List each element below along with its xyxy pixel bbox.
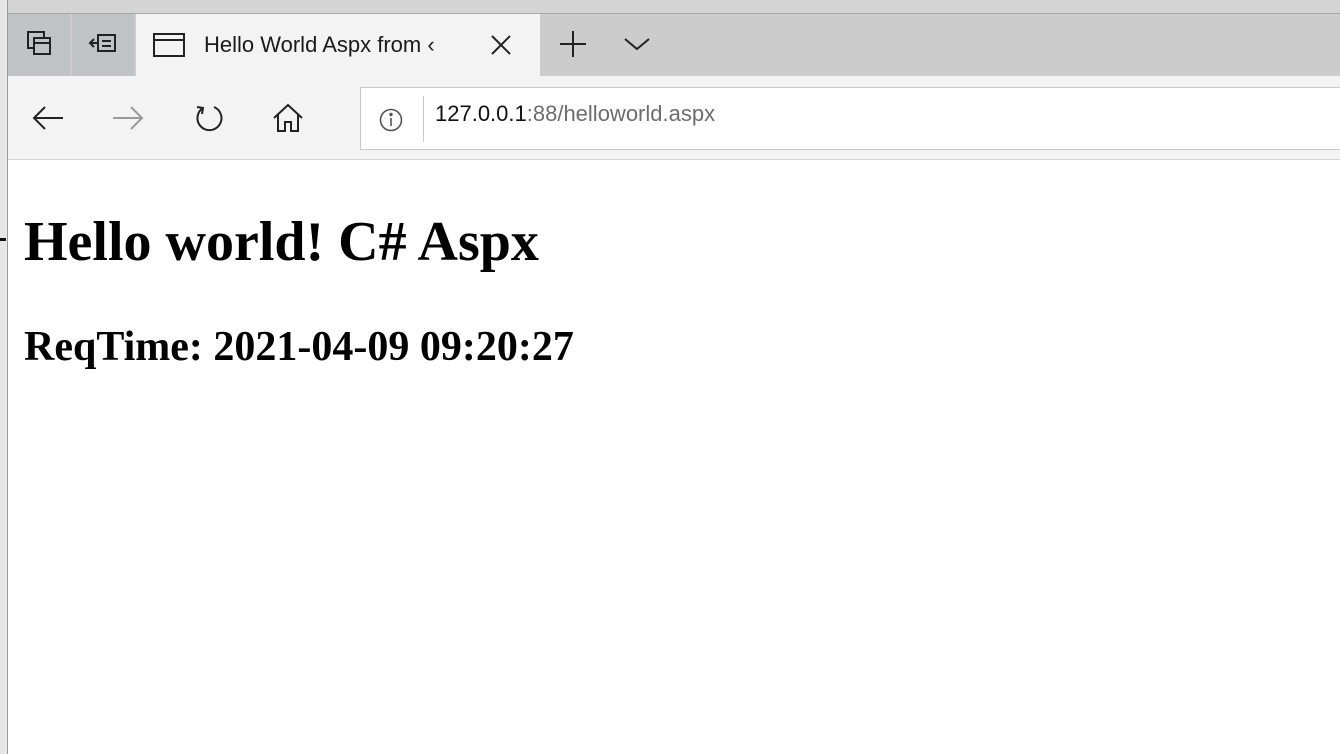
window-left-edge [0, 0, 8, 754]
address-divider [423, 96, 424, 142]
tab-preview-button[interactable] [8, 14, 70, 76]
tab-bar: Hello World Aspx from ‹ [8, 14, 1340, 76]
page-icon [152, 32, 186, 63]
address-bar[interactable]: 127.0.0.1:88/helloworld.aspx [360, 87, 1340, 150]
home-button[interactable] [266, 98, 310, 142]
back-arrow-icon [31, 104, 65, 137]
url-path: :88/helloworld.aspx [526, 101, 716, 126]
plus-icon [559, 30, 587, 63]
url-text[interactable]: 127.0.0.1:88/helloworld.aspx [435, 101, 715, 127]
page-heading: Hello world! C# Aspx [24, 211, 539, 273]
close-icon[interactable] [488, 32, 514, 58]
title-strip [8, 0, 1340, 14]
set-aside-tabs-icon [88, 29, 118, 62]
tab-preview-icon [25, 29, 53, 62]
edge-tick [0, 238, 6, 241]
new-tab-button[interactable] [552, 30, 594, 62]
home-icon [272, 103, 304, 138]
back-button[interactable] [26, 98, 70, 142]
tab-list-button[interactable] [616, 30, 658, 62]
page-content: Hello world! C# Aspx ReqTime: 2021-04-09… [8, 160, 1340, 754]
forward-button[interactable] [106, 98, 150, 142]
forward-arrow-icon [111, 104, 145, 137]
active-tab[interactable]: Hello World Aspx from ‹ [136, 14, 540, 76]
url-host: 127.0.0.1 [435, 101, 527, 126]
tab-title: Hello World Aspx from ‹ [204, 32, 435, 57]
set-aside-tabs-button[interactable] [72, 14, 134, 76]
refresh-icon [192, 102, 224, 139]
request-time: ReqTime: 2021-04-09 09:20:27 [24, 324, 574, 370]
chevron-down-icon [623, 36, 651, 57]
navigation-bar: 127.0.0.1:88/helloworld.aspx [8, 76, 1340, 160]
refresh-button[interactable] [186, 98, 230, 142]
info-icon[interactable] [379, 108, 403, 137]
